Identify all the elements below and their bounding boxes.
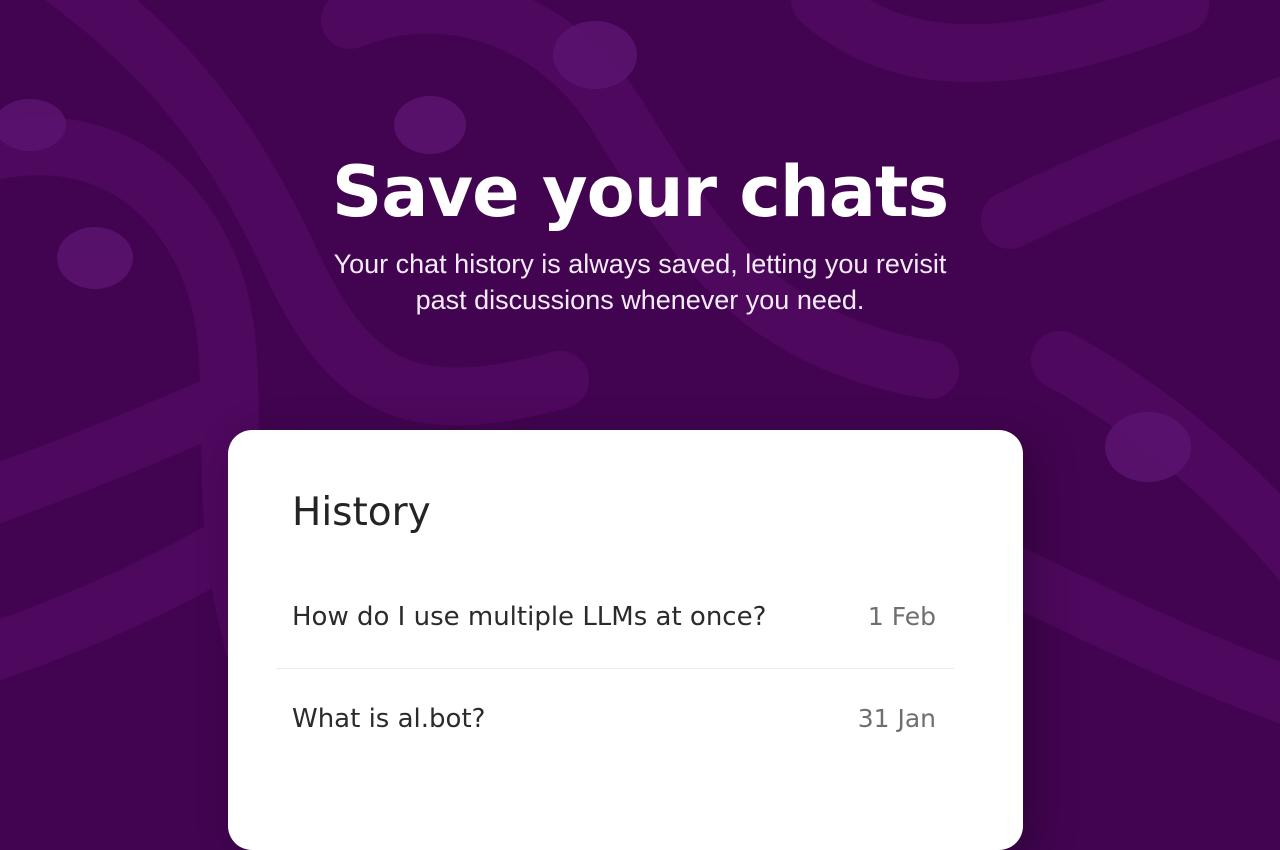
history-item-date: 1 Feb <box>867 602 936 631</box>
history-card: History How do I use multiple LLMs at on… <box>228 430 1023 850</box>
history-item-multiple-llms[interactable]: How do I use multiple LLMs at once? 1 Fe… <box>276 566 954 669</box>
history-item-date: 31 Jan <box>857 704 936 733</box>
history-title: History <box>292 490 431 535</box>
page-title: Save your chats <box>331 151 949 233</box>
history-item-albot[interactable]: What is al.bot? 31 Jan <box>276 668 954 770</box>
history-item-title: How do I use multiple LLMs at once? <box>292 602 767 632</box>
page-subtitle: Your chat history is always saved, letti… <box>333 249 947 315</box>
hero-section: Save your chats Your chat history is alw… <box>0 150 1280 318</box>
history-item-title: What is al.bot? <box>292 704 486 734</box>
